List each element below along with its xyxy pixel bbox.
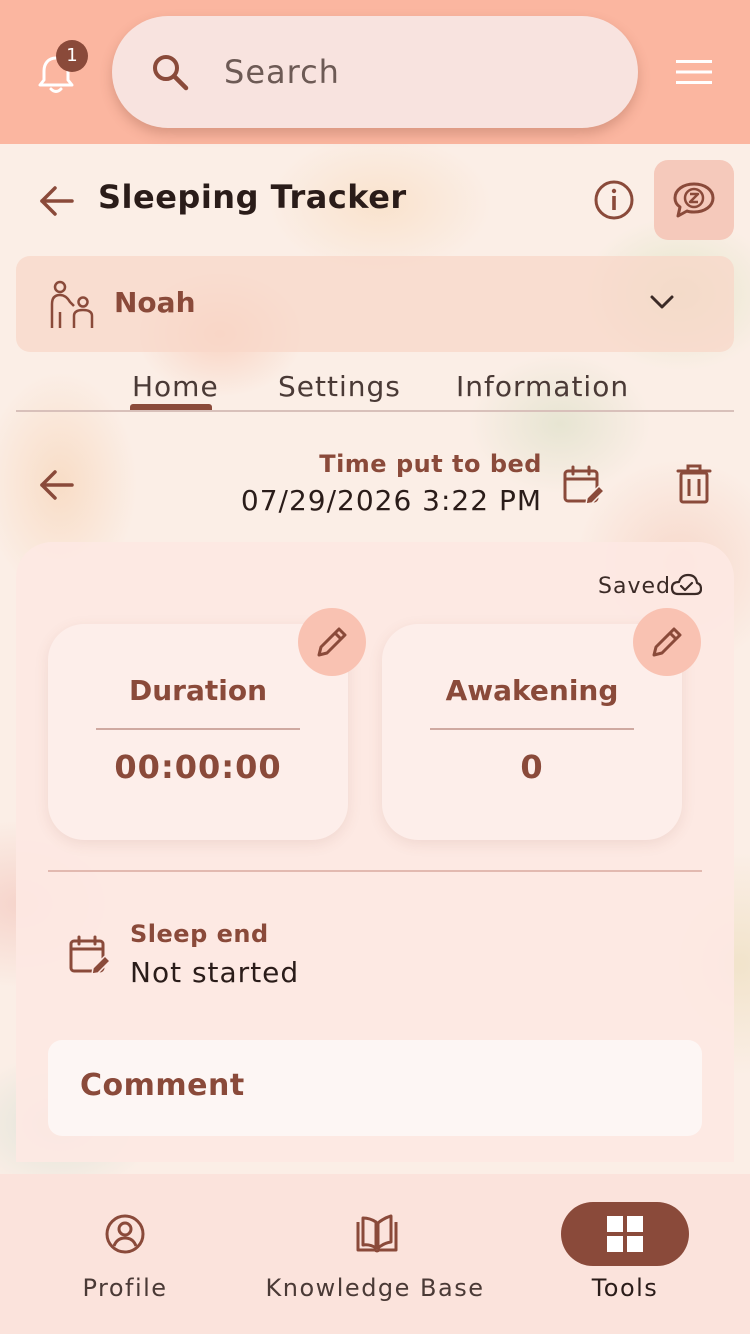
calendar-edit-icon[interactable] [562,464,606,508]
sleep-end-label: Sleep end [130,920,269,948]
sleep-end-value: Not started [130,956,300,989]
trash-icon[interactable] [676,464,712,504]
save-status: Saved [598,574,671,599]
previous-entry-arrow-icon[interactable] [38,466,76,504]
notification-badge: 1 [56,40,88,72]
edit-duration-button[interactable] [298,608,366,676]
nav-knowledge-base-label: Knowledge Base [265,1274,485,1302]
page-title: Sleeping Tracker [98,178,407,216]
nav-tools-label: Tools [591,1274,659,1302]
chat-z-icon [673,182,715,218]
nav-icon-container [311,1202,439,1266]
active-tab-indicator [130,404,212,410]
awakening-value: 0 [520,748,544,786]
search-bar[interactable] [112,16,638,128]
child-selector[interactable]: Noah [16,256,734,352]
parent-child-icon [50,280,94,328]
profile-icon [105,1214,145,1254]
nav-profile-label: Profile [82,1274,168,1302]
nav-profile[interactable]: Profile [0,1174,250,1334]
cloud-check-icon [670,573,702,596]
grid-icon [607,1216,643,1252]
app-header: 1 [0,0,750,144]
awakening-label: Awakening [445,674,619,707]
pencil-icon [317,627,347,657]
duration-value: 00:00:00 [114,748,282,786]
divider [96,728,300,730]
search-icon [153,55,189,91]
back-arrow-icon[interactable] [38,182,76,220]
time-put-to-bed-value: 07/29/2026 3:22 PM [240,484,542,517]
calendar-edit-icon[interactable] [68,934,112,978]
info-icon[interactable] [592,178,636,222]
tab-bar: Home Settings Information [16,352,734,412]
time-put-to-bed-label: Time put to bed [319,450,542,478]
search-input[interactable] [224,46,604,98]
section-divider [48,870,702,872]
pencil-icon [652,627,682,657]
nav-tools[interactable]: Tools [500,1174,750,1334]
divider [430,728,634,730]
bottom-navigation: Profile Knowledge Base Tools [0,1174,750,1334]
chevron-down-icon [650,295,674,309]
duration-label: Duration [128,674,268,707]
nav-knowledge-base[interactable]: Knowledge Base [250,1174,500,1334]
tab-settings[interactable]: Settings [278,370,401,403]
edit-awakening-button[interactable] [633,608,701,676]
tab-home[interactable]: Home [132,370,219,403]
child-name: Noah [114,286,196,319]
tab-information[interactable]: Information [456,370,629,403]
comment-field[interactable]: Comment [48,1040,702,1136]
nav-icon-container [61,1202,189,1266]
hamburger-menu-icon[interactable] [676,58,712,86]
comment-label: Comment [80,1068,245,1103]
book-icon [356,1214,398,1253]
sleep-chat-button[interactable] [654,160,734,240]
nav-icon-container-active [561,1202,689,1266]
sleep-entry-card: Saved Duration 00:00:00 Awakening 0 Slee… [16,542,734,1162]
